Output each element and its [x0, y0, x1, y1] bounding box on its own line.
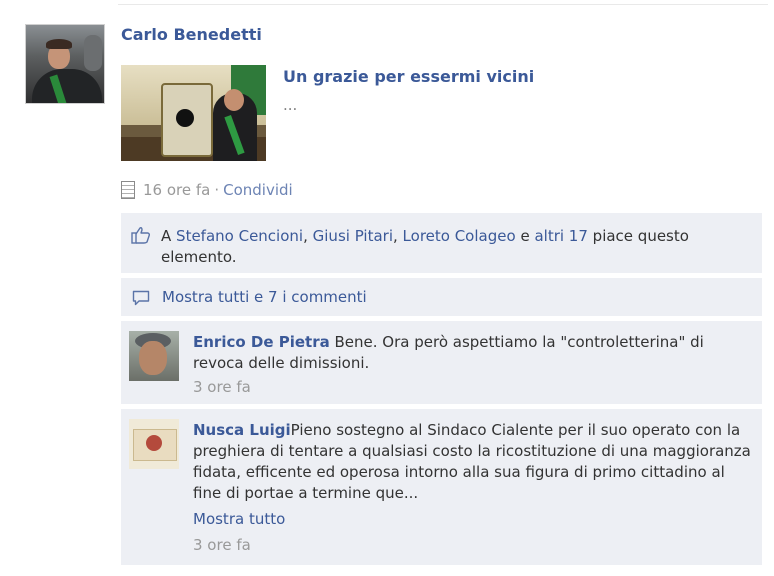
post-time[interactable]: 16 ore fa	[143, 181, 210, 199]
note-icon	[121, 181, 135, 199]
liker-link[interactable]: Stefano Cencioni	[176, 227, 303, 245]
post-meta: 16 ore fa · Condividi	[121, 179, 293, 201]
link-thumbnail[interactable]	[121, 65, 266, 161]
liker-link[interactable]: Giusi Pitari	[313, 227, 393, 245]
show-more-link[interactable]: Mostra tutto	[193, 510, 285, 528]
comment-time[interactable]: 3 ore fa	[193, 536, 251, 554]
likes-conjunction: e	[520, 227, 530, 245]
meta-separator: ·	[214, 181, 220, 199]
likes-panel: A Stefano Cencioni, Giusi Pitari, Loreto…	[121, 213, 762, 273]
comment-time[interactable]: 3 ore fa	[193, 378, 251, 396]
show-all-comments-row[interactable]: Mostra tutti e 7 i commenti	[121, 278, 762, 316]
likes-text: A Stefano Cencioni, Giusi Pitari, Loreto…	[161, 226, 721, 268]
commenter-name[interactable]: Enrico De Pietra	[193, 333, 330, 351]
show-all-comments-link[interactable]: Mostra tutti e 7 i commenti	[162, 288, 367, 306]
commenter-avatar[interactable]	[129, 331, 179, 381]
comment-item: Nusca LuigiPieno sostegno al Sindaco Cia…	[121, 409, 762, 565]
likes-separator: ,	[303, 227, 308, 245]
likes-separator: ,	[392, 227, 398, 245]
link-title[interactable]: Un grazie per essermi vicini	[283, 67, 534, 86]
likes-prefix: A	[161, 227, 172, 245]
link-excerpt: ...	[283, 96, 298, 114]
comment-bubble-icon	[132, 290, 150, 306]
comment-item: Enrico De Pietra Bene. Ora però aspettia…	[121, 321, 762, 404]
likes-others-link[interactable]: altri 17	[534, 227, 587, 245]
author-avatar[interactable]	[25, 24, 105, 104]
comment-body: Nusca LuigiPieno sostegno al Sindaco Cia…	[193, 420, 753, 504]
divider	[118, 4, 768, 5]
comment-body: Enrico De Pietra Bene. Ora però aspettia…	[193, 332, 753, 374]
share-link[interactable]: Condividi	[223, 181, 293, 199]
commenter-name[interactable]: Nusca Luigi	[193, 421, 291, 439]
post-author-name[interactable]: Carlo Benedetti	[121, 25, 262, 44]
liker-link[interactable]: Loreto Colageo	[403, 227, 516, 245]
thumbs-up-icon[interactable]	[131, 226, 151, 244]
commenter-avatar[interactable]	[129, 419, 179, 469]
